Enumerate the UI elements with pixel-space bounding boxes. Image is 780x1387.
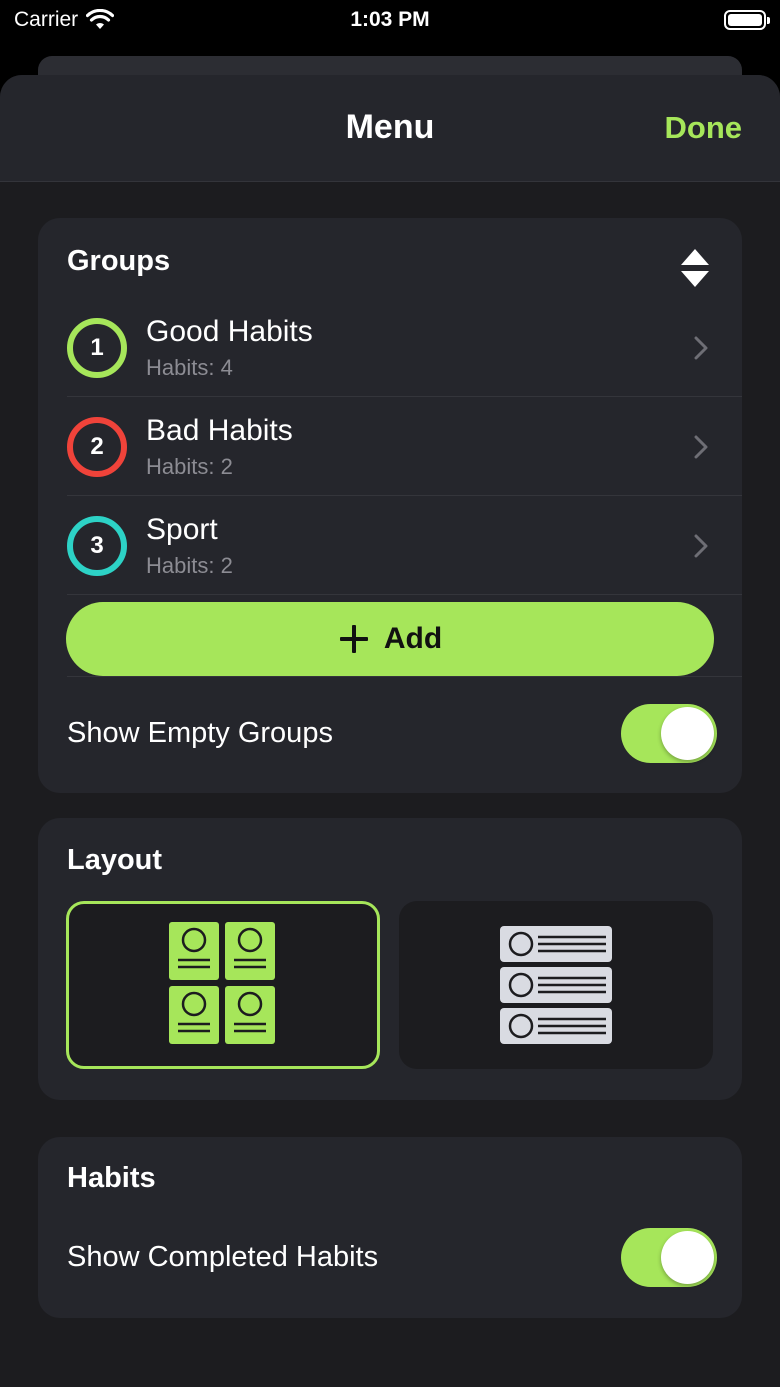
add-group-button[interactable]: Add: [66, 602, 714, 676]
clock: 1:03 PM: [350, 8, 430, 31]
show-empty-groups-label: Show Empty Groups: [67, 717, 333, 749]
group-row-good-habits[interactable]: 1 Good Habits Habits: 4: [67, 298, 742, 397]
show-empty-groups-row: Show Empty Groups: [67, 704, 717, 764]
list-layout-icon: [500, 926, 612, 1044]
navigation-bar: Menu Done: [0, 75, 780, 182]
toggle-knob: [661, 707, 714, 760]
status-bar: Carrier 1:03 PM: [0, 0, 780, 56]
chevron-right-icon: [694, 435, 708, 459]
groups-card: Groups 1 Good Habits Habits: 4 2 Bad Hab…: [38, 218, 742, 793]
chevron-right-icon: [694, 336, 708, 360]
group-name: Sport: [146, 513, 218, 546]
group-number-badge: 2: [67, 417, 127, 477]
show-empty-groups-toggle[interactable]: [621, 704, 717, 763]
plus-icon: [339, 625, 368, 653]
layout-title: Layout: [67, 844, 163, 876]
groups-title: Groups: [67, 245, 171, 277]
group-number-badge: 1: [67, 318, 127, 378]
habits-title: Habits: [67, 1162, 156, 1194]
group-name: Good Habits: [146, 315, 313, 348]
grid-layout-option[interactable]: [66, 901, 380, 1069]
show-completed-habits-row: Show Completed Habits: [67, 1228, 717, 1288]
chevron-right-icon: [694, 534, 708, 558]
group-habit-count: Habits: 2: [146, 553, 233, 578]
list-layout-option[interactable]: [399, 901, 713, 1069]
divider: [67, 676, 742, 677]
group-row-bad-habits[interactable]: 2 Bad Habits Habits: 2: [67, 397, 742, 496]
show-completed-habits-toggle[interactable]: [621, 1228, 717, 1287]
group-habit-count: Habits: 2: [146, 454, 233, 479]
toggle-knob: [661, 1231, 714, 1284]
divider: [67, 594, 742, 595]
layout-card: Layout: [38, 818, 742, 1100]
reorder-icon[interactable]: [680, 248, 710, 288]
show-completed-habits-label: Show Completed Habits: [67, 1241, 379, 1273]
group-name: Bad Habits: [146, 414, 293, 447]
group-row-sport[interactable]: 3 Sport Habits: 2: [67, 496, 742, 595]
add-button-label: Add: [383, 622, 443, 655]
battery-icon: [724, 10, 770, 30]
grid-layout-icon: [169, 922, 275, 1044]
done-button[interactable]: Done: [665, 110, 743, 146]
page-title: Menu: [345, 108, 435, 146]
group-habit-count: Habits: 4: [146, 355, 233, 380]
group-number-badge: 3: [67, 516, 127, 576]
menu-sheet: Menu Done Groups 1 Good Habits Habits: 4…: [0, 75, 780, 1387]
habits-card: Habits Show Completed Habits: [38, 1137, 742, 1318]
